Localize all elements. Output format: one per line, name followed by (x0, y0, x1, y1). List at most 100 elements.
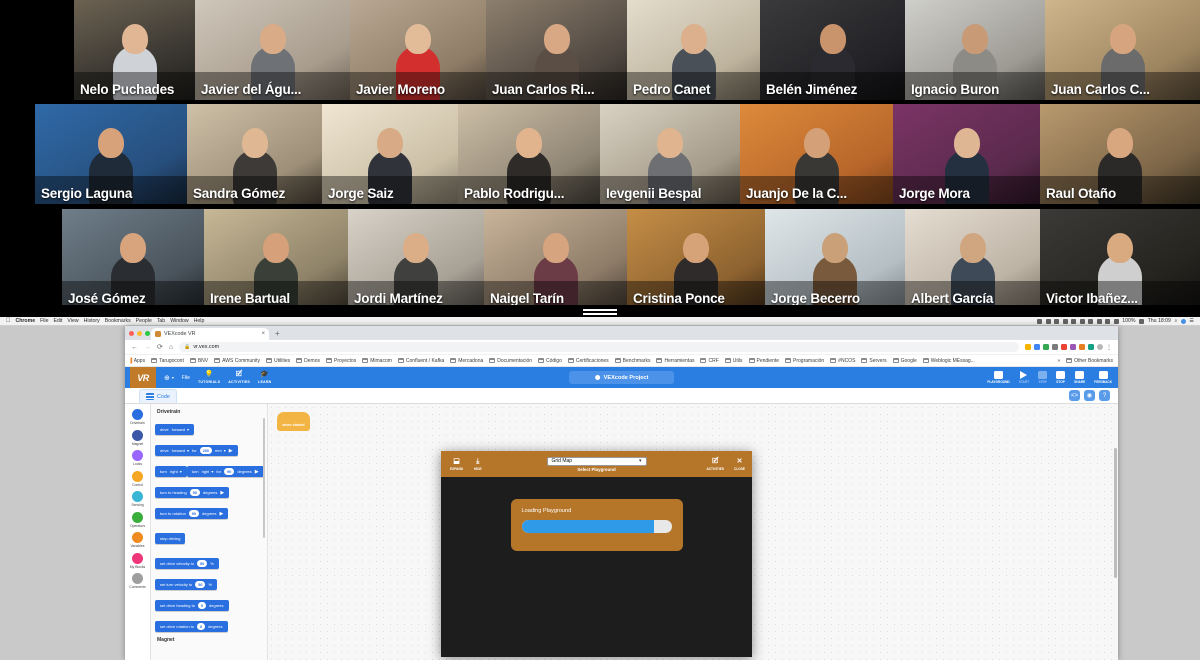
menu-edit[interactable]: Edit (53, 318, 62, 324)
block-value-input[interactable]: 0 (197, 602, 207, 609)
block-run-arrow-icon[interactable]: ▶ (220, 490, 224, 496)
menu-app-name[interactable]: Chrome (16, 318, 36, 324)
block-drive[interactable]: drive forward (155, 424, 195, 435)
close-window-button[interactable] (129, 330, 134, 336)
extension-icon-2[interactable] (1034, 344, 1040, 350)
participant-tile[interactable]: Juanjo De la C... (740, 104, 893, 204)
block-set-drive-rotation-to[interactable]: set drive rotation to 0 degrees (155, 621, 228, 632)
block-set-turn-velocity-to[interactable]: set turn velocity to 50% (155, 579, 218, 590)
window-traffic-lights[interactable] (129, 330, 150, 336)
block-stop-driving[interactable]: stop driving (155, 533, 186, 544)
bookmark-item[interactable]: Google (892, 358, 917, 364)
block-run-arrow-icon[interactable]: ▶ (229, 448, 233, 454)
block-value-input[interactable]: 90 (188, 510, 200, 517)
extension-icon-6[interactable] (1070, 344, 1076, 350)
maximize-window-button[interactable] (145, 330, 150, 336)
bookmark-item[interactable]: Utilities (266, 358, 290, 364)
participant-tile[interactable]: Cristina Ponce (627, 209, 765, 309)
code-workspace[interactable]: when started ⬓ EXPAND ⤓ HIDE Grid Map ▾ … (268, 404, 1118, 660)
help-button[interactable]: ? (1099, 390, 1110, 401)
bookmark-item[interactable]: Demos (296, 358, 320, 364)
bookmark-item[interactable]: Pendiente (748, 358, 779, 364)
download-icon[interactable] (1054, 318, 1060, 324)
category-sensing[interactable]: Sensing (131, 491, 144, 507)
bookmark-item[interactable]: Confluent / Kafka (397, 358, 444, 364)
extension-tray[interactable]: ⋮ (1025, 344, 1112, 351)
bookmark-item[interactable]: Código (538, 358, 562, 364)
battery-percent[interactable]: 100% (1122, 318, 1135, 324)
new-tab-button[interactable]: + (275, 328, 280, 340)
tutorials-button[interactable]: 💡 TUTORIALS (198, 371, 220, 384)
block-run-arrow-icon[interactable]: ▶ (255, 469, 259, 475)
category-control[interactable]: Control (132, 470, 143, 487)
back-icon[interactable]: ← (131, 344, 138, 351)
menu-history[interactable]: History (84, 318, 100, 324)
language-globe-icon[interactable]: ⊕ ▾ (164, 374, 174, 382)
reload-icon[interactable]: ⟳ (157, 343, 163, 351)
participant-tile[interactable]: Raul Otaño (1040, 104, 1200, 204)
close-tab-icon[interactable]: × (261, 331, 265, 337)
participant-tile[interactable]: Pedro Canet (627, 0, 760, 100)
bookmark-item[interactable]: Proyectos (325, 358, 356, 364)
block-turn-to-heading[interactable]: turn to heading 90 degrees ▶ (155, 487, 230, 498)
category-drivetrain[interactable]: Drivetrain (130, 409, 145, 425)
activities-button[interactable]: 🗹 ACTIVITIES (228, 371, 250, 384)
bookmark-item[interactable]: Mercadona (450, 358, 483, 364)
block-dropdown[interactable]: forward (172, 448, 189, 453)
participant-tile[interactable]: Juan Carlos C... (1045, 0, 1200, 100)
siri-icon[interactable] (1180, 318, 1186, 324)
menu-people[interactable]: People (136, 318, 152, 324)
participant-tile[interactable]: Javier del Águ... (195, 0, 350, 100)
extension-icon-8[interactable] (1088, 344, 1094, 350)
bookmark-item[interactable]: Benchmarks (614, 358, 650, 364)
block-value-input[interactable]: 50 (197, 560, 208, 567)
menu-tab[interactable]: Tab (157, 318, 165, 324)
bookmark-item[interactable]: Servers (861, 358, 887, 364)
feedback-button[interactable]: FEEDBACK (1094, 371, 1112, 384)
browser-tab[interactable]: VEXcode VR × (151, 328, 269, 340)
stats-icon[interactable] (1088, 318, 1094, 324)
extension-icon-3[interactable] (1043, 344, 1049, 350)
block-unit-dropdown[interactable]: mm (215, 448, 226, 453)
category-variables[interactable]: Variables (131, 532, 144, 548)
display-icon[interactable] (1079, 318, 1085, 324)
step-button[interactable]: STEP (1038, 371, 1048, 384)
volume-icon[interactable] (1113, 318, 1119, 324)
wifi-icon[interactable] (1105, 318, 1111, 324)
spotlight-search-icon[interactable]: ⌕ (1174, 318, 1177, 325)
category-magnet[interactable]: Magnet (132, 429, 143, 446)
menubar-clock[interactable]: Thu 18:09 (1148, 318, 1171, 324)
block-turn-to-rotation[interactable]: turn to rotation 90 degrees ▶ (155, 508, 229, 519)
bluetooth-icon[interactable] (1096, 318, 1102, 324)
playground-select[interactable]: Grid Map ▾ (546, 456, 647, 466)
block-dropdown[interactable]: forward (172, 427, 189, 432)
bookmark-item[interactable]: Weblogic MEssag... (922, 358, 975, 364)
participant-tile[interactable]: Sergio Laguna (35, 104, 187, 204)
bookmarks-bar[interactable]: ||| Apps Tarugocont BNV AWS Community Utiliti… (125, 355, 1118, 367)
block-value-input[interactable]: 0 (197, 623, 206, 630)
block-set-drive-heading-to[interactable]: set drive heading to 0 degrees (155, 600, 229, 611)
tab-code[interactable]: Code (139, 389, 177, 403)
block-value-input[interactable]: 90 (189, 489, 200, 496)
start-button[interactable]: START (1019, 371, 1029, 384)
block-value-input[interactable]: 90 (224, 468, 235, 475)
when-started-block[interactable]: when started (277, 412, 310, 431)
bookmark-item[interactable]: #NCOS (830, 358, 855, 364)
bookmarks-overflow-icon[interactable]: » (1057, 358, 1060, 364)
palette-scrollbar[interactable] (263, 418, 265, 538)
extension-icon-1[interactable] (1025, 344, 1031, 350)
vpn-icon[interactable] (1071, 318, 1077, 324)
participant-tile[interactable]: Sandra Gómez (187, 104, 322, 204)
category-my-blocks[interactable]: My Blocks (130, 552, 145, 569)
participant-tile[interactable]: Jorge Becerro (765, 209, 905, 309)
participant-tile[interactable]: Jorge Saiz (322, 104, 458, 204)
workspace-scrollbar[interactable] (1114, 448, 1117, 578)
extension-icon-5[interactable] (1061, 344, 1067, 350)
expand-button[interactable]: ⬓ EXPAND (450, 458, 463, 471)
bookmark-item[interactable]: BNV (189, 358, 208, 364)
participant-tile[interactable]: Pablo Rodrigu... (458, 104, 600, 204)
macos-menu-bar[interactable]:  Chrome File Edit View History Bookmark… (0, 317, 1200, 326)
monitor-button[interactable]: ◉ (1084, 390, 1095, 401)
shield-icon[interactable] (1045, 318, 1051, 324)
bookmark-item[interactable]: Tarugocont (151, 358, 184, 364)
